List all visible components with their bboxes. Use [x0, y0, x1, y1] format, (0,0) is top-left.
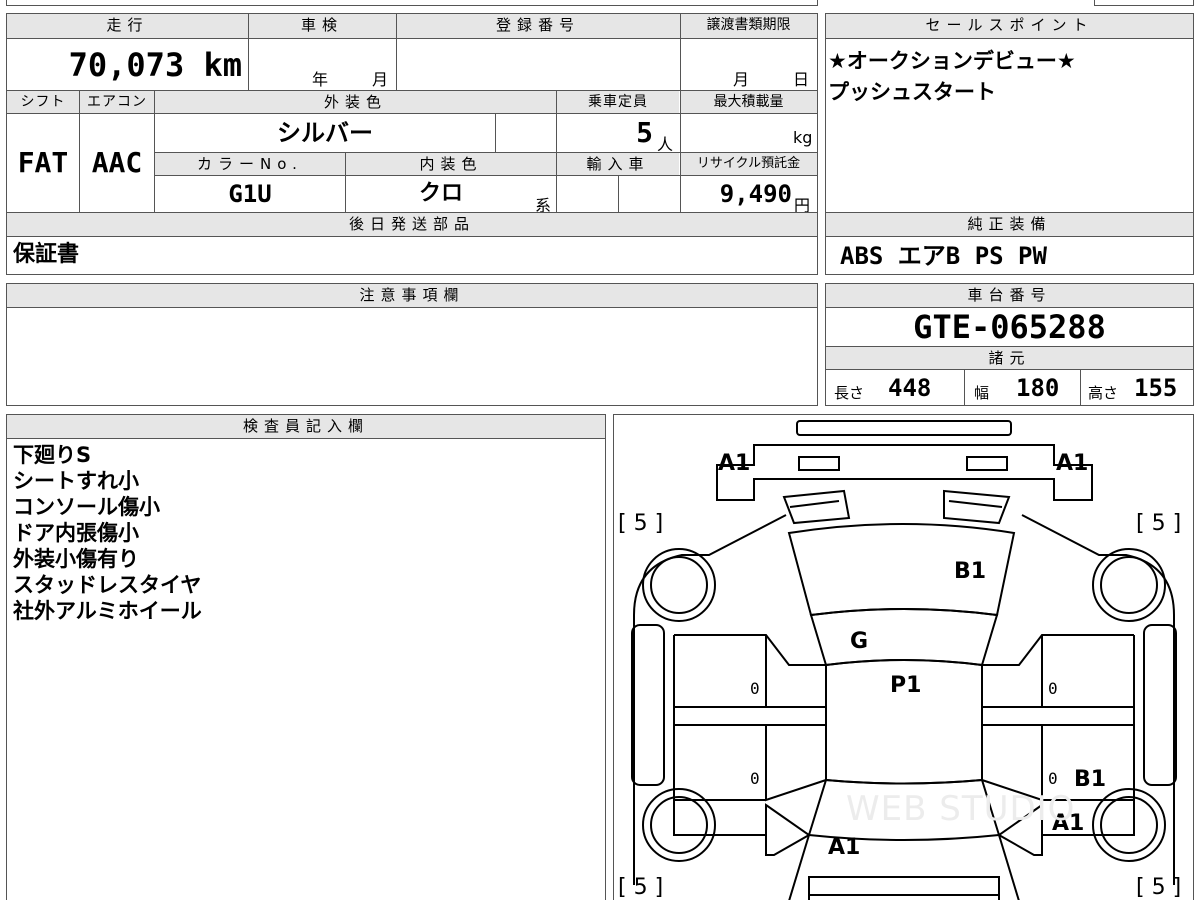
later-parts-value: 保証書: [13, 242, 80, 267]
interior-color-value: クロ: [418, 181, 463, 206]
front-left-mark: A1: [718, 451, 751, 476]
color-no-header: カラーNo.: [155, 153, 345, 175]
inspection-month: 月: [372, 70, 389, 89]
recycle-value: 9,490: [719, 180, 792, 208]
mileage-value: 70,073 km: [68, 46, 242, 84]
tire-fl-mark: [ 5 ]: [618, 511, 664, 536]
tire-rl-mark: [ 5 ]: [618, 875, 664, 900]
windshield-mark: G: [850, 629, 869, 654]
remark-line: 社外アルミホイール: [13, 599, 202, 623]
notes-box: 注意事項欄: [6, 283, 818, 406]
ac-value: AAC: [91, 146, 143, 179]
later-parts-header: 後日発送部品: [7, 213, 817, 236]
sales-point-line: プッシュスタート: [828, 80, 996, 104]
import-header: 輸入車: [557, 153, 679, 175]
equipment-value: ABS エアB PS PW: [840, 242, 1047, 270]
rear-right-door-mark: B1: [1074, 767, 1107, 792]
remark-line: ドア内張傷小: [13, 521, 139, 545]
roof-mark: P1: [890, 673, 922, 698]
specs-header: 諸元: [826, 347, 1193, 369]
tire-fr-mark: [ 5 ]: [1136, 511, 1182, 536]
car-diagram-box: A1 A1 [ 5 ] [ 5 ] B1 G P1 0 0 0 0 B1 A1 …: [613, 414, 1194, 900]
remark-line: コンソール傷小: [13, 495, 160, 519]
capacity-header: 乗車定員: [557, 91, 679, 113]
capacity-value: 5: [636, 116, 653, 149]
equipment-box: 純正装備 ABS エアB PS PW: [825, 212, 1194, 275]
recycle-header: リサイクル預託金: [680, 153, 817, 175]
interior-color-header: 内装色: [346, 153, 556, 175]
top-strip-right: [1094, 0, 1194, 6]
transfer-month: 月: [733, 70, 750, 89]
shift-header: シフト: [7, 91, 79, 113]
max-load-unit: kg: [793, 128, 813, 147]
equipment-header: 純正装備: [826, 213, 1193, 236]
door-r2-mark: 0: [1048, 769, 1058, 788]
door-r1-mark: 0: [1048, 679, 1058, 698]
registration-header: 登録番号: [396, 14, 680, 38]
length-label: 長さ: [834, 384, 865, 402]
inspector-remarks: 下廻りS シートすれ小 コンソール傷小 ドア内張傷小 外装小傷有り スタッドレス…: [13, 442, 202, 624]
ac-header: エアコン: [80, 91, 154, 113]
inspection-header: 車検: [248, 14, 396, 38]
length-value: 448: [888, 374, 932, 402]
sales-point-list: ★オークションデビュー★ プッシュスタート: [828, 46, 1076, 108]
inspection-year: 年: [312, 70, 329, 89]
max-load-header: 最大積載量: [680, 91, 817, 113]
exterior-color-header: 外装色: [155, 91, 556, 113]
remark-line: 下廻りS: [13, 443, 92, 467]
sales-point-header: セールスポイント: [826, 14, 1193, 38]
tire-rr-mark: [ 5 ]: [1136, 875, 1182, 900]
remark-line: シートすれ小: [13, 469, 139, 493]
sales-point-line: ★オークションデビュー★: [828, 49, 1076, 73]
watermark: WEB STUDIO: [846, 789, 1076, 829]
front-right-mark: A1: [1056, 451, 1089, 476]
rear-center-mark: A1: [828, 835, 861, 860]
width-label: 幅: [974, 384, 990, 402]
shift-value: FAT: [17, 146, 69, 179]
color-no-value: G1U: [228, 180, 272, 208]
inspector-header: 検査員記入欄: [7, 415, 605, 438]
vehicle-info-table: 走行 車検 登録番号 譲渡書類期限 70,073 km 年 月 月 日 シフト …: [6, 13, 818, 275]
top-strip: [6, 0, 818, 6]
inspector-box: 検査員記入欄 下廻りS シートすれ小 コンソール傷小 ドア内張傷小 外装小傷有り…: [6, 414, 606, 900]
transfer-header: 譲渡書類期限: [680, 14, 817, 38]
door-l2-mark: 0: [750, 769, 760, 788]
height-value: 155: [1134, 374, 1178, 402]
mileage-header: 走行: [7, 14, 248, 38]
chassis-header: 車台番号: [826, 284, 1193, 307]
remark-line: 外装小傷有り: [13, 547, 139, 571]
width-value: 180: [1016, 374, 1060, 402]
exterior-color-value: シルバー: [277, 119, 373, 147]
hood-mark: B1: [954, 559, 987, 584]
chassis-number: GTE-065288: [913, 308, 1106, 346]
sales-point-box: セールスポイント ★オークションデビュー★ プッシュスタート: [825, 13, 1194, 213]
chassis-box: 車台番号 GTE-065288 諸元 長さ 448 幅 180 高さ 155: [825, 283, 1194, 406]
remark-line: スタッドレスタイヤ: [13, 573, 202, 597]
notes-header: 注意事項欄: [7, 284, 817, 307]
door-l1-mark: 0: [750, 679, 760, 698]
height-label: 高さ: [1088, 384, 1119, 402]
transfer-day: 日: [793, 70, 810, 89]
